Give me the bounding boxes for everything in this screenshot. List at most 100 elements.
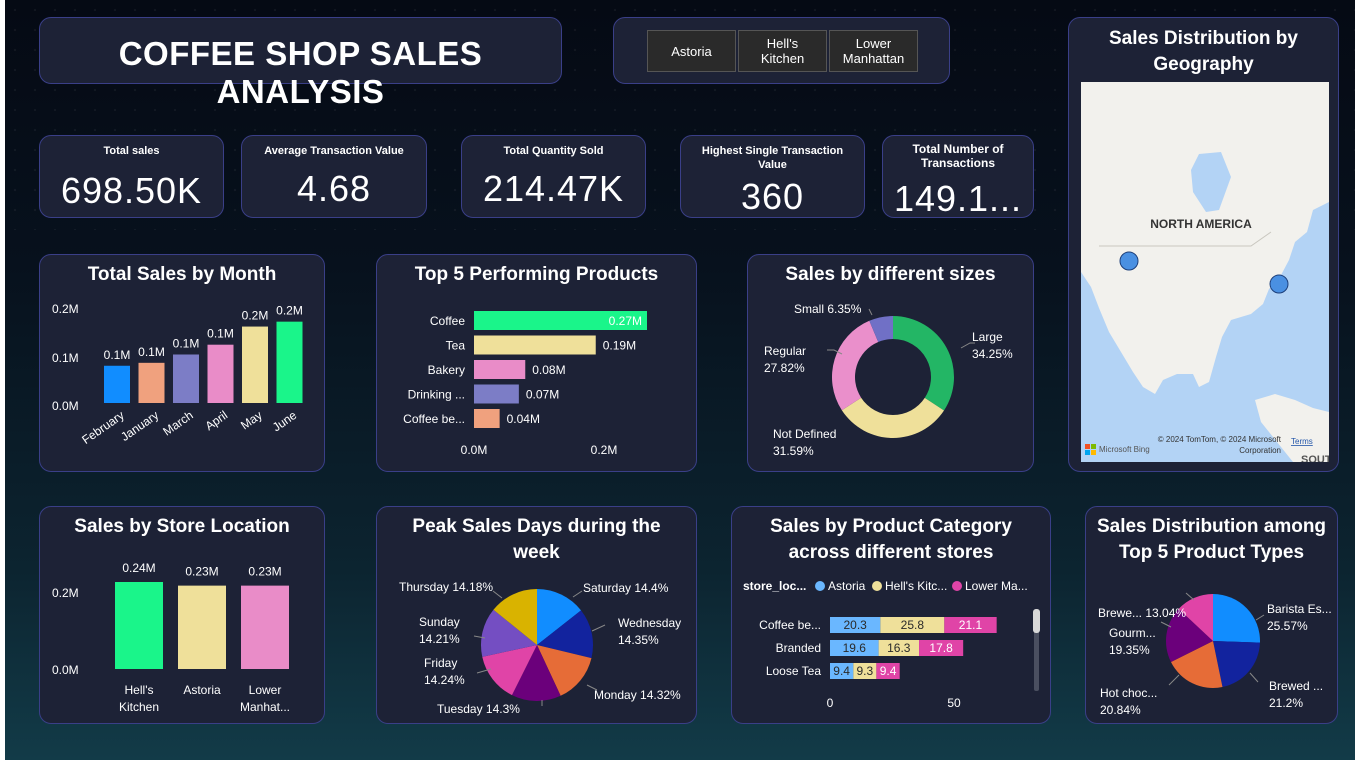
donut-slice [841,397,944,438]
map-edge-label: SOUT [1301,454,1329,462]
map-card: Sales Distribution by Geography NORTH AM… [1068,17,1339,472]
data-label: 0.2M [276,304,303,318]
title-card: COFFEE SHOP SALES ANALYSIS [39,17,562,110]
bar [242,326,268,403]
chart-title: Sales by Store Location [74,516,290,537]
data-label: 0.19M [603,339,636,353]
slice-label: Barista Es... 25.57% [1267,602,1332,633]
legend-title: store_loc... [743,579,806,593]
donut-slice [832,320,879,411]
bar [474,384,519,404]
chart-peak-days[interactable]: Saturday 14.4% Wednesday 14.35% Monday 14.3… [377,565,698,725]
x-tick: June [270,408,300,435]
pie-slice [1213,594,1260,643]
page-title: COFFEE SHOP SALES ANALYSIS [118,35,483,110]
chart-category-stores[interactable]: store_loc... Astoria Hell's Kitc... Lower M… [732,565,1052,725]
kpi-label: Total Quantity Sold [503,145,604,157]
bar [207,344,234,403]
kpi-label: Average Transaction Value [264,145,404,157]
chart-sizes[interactable]: Large 34.25% Not Defined 31.59% Regular 27.82… [748,293,1035,473]
data-label: 0.23M [248,565,281,579]
data-label: 0.1M [173,336,200,350]
data-label: 9.4 [833,664,850,678]
chart-card-store-location: Sales by Store Location 0.2M 0.0M 0.24M Hel… [39,506,325,724]
leader-line [572,590,583,598]
chart-title: Total Sales by Month [87,264,277,285]
map-region-label: NORTH AMERICA [1150,217,1252,231]
slice-label: Small 6.35% [794,302,862,316]
leader-line [868,308,873,316]
chart-top-products[interactable]: Coffee 0.27M Tea 0.19M Bakery 0.08M Drinking .… [377,293,698,473]
kpi-label: Total Number of Transactions [912,142,1004,170]
leader-line [1185,592,1195,601]
bar [115,582,163,669]
x-tick: January [118,408,161,444]
chart-card-peak-days: Peak Sales Days during the week Saturday… [376,506,697,724]
kpi-avg-transaction: Average Transaction Value 4.68 [241,135,427,218]
chart-store-location[interactable]: 0.2M 0.0M 0.24M Hell's Kitchen 0.23M Astoria 0.… [40,545,326,725]
x-tick: May [238,408,265,432]
slice-label: Hot choc... 20.84% [1100,686,1157,717]
kpi-value: 4.68 [296,169,372,209]
microsoft-logo [1091,450,1096,455]
bar [173,354,199,403]
x-tick: 0.0M [461,443,488,457]
y-tick: Branded [776,641,821,655]
chart-title: Sales by different sizes [785,264,996,285]
slice-label: Saturday 14.4% [583,581,669,595]
kpi-value: 360 [740,177,805,217]
data-label: 0.08M [532,363,565,377]
slice-label: Friday 14.24% [424,656,465,687]
chart-card-product-types: Sales Distribution among Top 5 Product T… [1085,506,1338,724]
chart-title: Top 5 Performing Products [414,264,659,285]
map-bubble [1269,274,1289,294]
data-label: 17.8 [929,641,953,655]
map-terms-link[interactable]: Terms [1291,437,1313,446]
bar [474,409,500,428]
microsoft-logo [1085,444,1090,449]
x-tick: March [160,408,195,439]
slice-label: Brewe... 13.04% [1098,606,1186,620]
x-tick: February [79,408,126,447]
chart-title: Peak Sales Days during the week [412,516,661,563]
leader-line [492,590,503,599]
bar [178,585,226,669]
kpi-value: 149.1... [893,179,1023,219]
chart-sales-by-month[interactable]: 0.2M 0.1M 0.0M 0.1M February 0.1M January 0.1M M… [40,293,326,473]
y-tick: 0.0M [52,663,79,677]
legend-marker [872,581,882,591]
slice-label: Gourm... 19.35% [1109,626,1156,657]
y-tick: Loose Tea [766,664,821,678]
slice-label: Sunday 14.21% [419,615,460,646]
microsoft-logo [1091,444,1096,449]
data-label: 16.3 [887,641,911,655]
leader-line [1255,614,1265,621]
data-label: 21.1 [959,618,983,632]
data-label: 0.24M [122,561,155,575]
slice-label: Wednesday 14.35% [618,616,681,647]
chart-card-sizes: Sales by different sizes Large 34.25% Not … [747,254,1034,472]
slicer-hells-kitchen[interactable]: Hell's Kitchen [738,30,827,72]
y-tick: Coffee be... [759,618,821,632]
data-label: 0.1M [138,345,165,359]
scrollbar-thumb[interactable] [1033,609,1040,633]
map-view[interactable]: NORTH AMERICA Microsoft Bing © 2024 TomTom… [1081,82,1329,462]
y-tick: Coffee [430,314,465,328]
kpi-highest-transaction: Highest Single Transaction Value 360 [680,135,865,218]
map-title: Sales Distribution by Geography [1109,28,1298,75]
y-tick: Tea [446,339,466,353]
y-tick: 0.2M [52,586,79,600]
data-label: 0.1M [207,327,234,341]
x-tick: 0.2M [591,443,618,457]
kpi-quantity-sold: Total Quantity Sold 214.47K [461,135,646,218]
y-tick: 0.0M [52,399,79,413]
data-label: 0.04M [507,412,540,426]
slice-label: Not Defined 31.59% [773,427,836,458]
slicer-lower-manhattan[interactable]: Lower Manhattan [829,30,918,72]
kpi-value: 214.47K [482,169,625,209]
slicer-astoria[interactable]: Astoria [647,30,736,72]
chart-product-types[interactable]: Barista Es... 25.57% Brewed ... 21.2% Hot ch… [1086,590,1339,725]
slice-label: Regular 27.82% [764,344,806,375]
map-attribution: © 2024 TomTom, © 2024 Microsoft Corporat… [1158,435,1281,455]
data-label: 25.8 [901,618,925,632]
